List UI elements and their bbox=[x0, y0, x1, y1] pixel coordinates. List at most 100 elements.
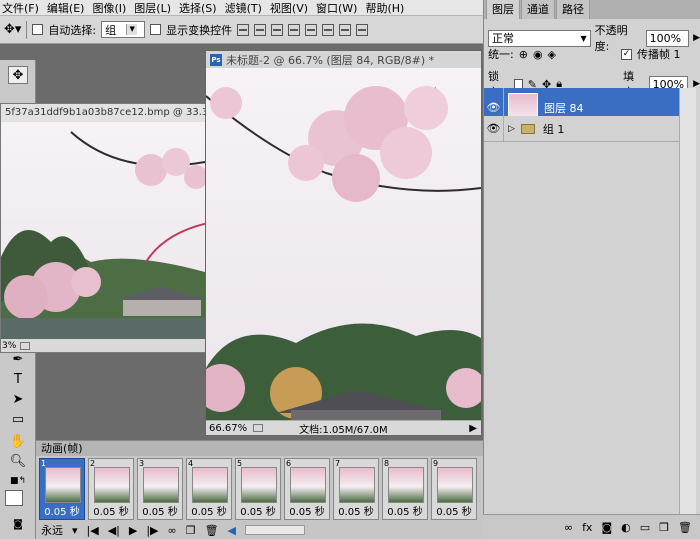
unify-style-icon[interactable]: ◈ bbox=[548, 48, 556, 61]
menu-window[interactable]: 窗口(W) bbox=[316, 0, 357, 15]
frame-delay[interactable]: 0.05 秒 bbox=[432, 503, 476, 518]
move-tool-icon[interactable]: ✥▾ bbox=[4, 22, 21, 37]
loop-dropdown-icon[interactable]: ▾ bbox=[72, 524, 78, 537]
animation-tab[interactable]: 动画(帧) bbox=[36, 441, 483, 456]
distribute-top-icon[interactable] bbox=[339, 23, 352, 36]
shape-icon[interactable]: ▭ bbox=[8, 410, 28, 428]
frame-delay[interactable]: 0.05 秒 bbox=[236, 503, 280, 518]
frame-delay[interactable]: 0.05 秒 bbox=[334, 503, 378, 518]
menu-layer[interactable]: 图层(L) bbox=[134, 0, 171, 15]
propagate-frame-checkbox[interactable]: ✓ bbox=[621, 48, 633, 60]
chevron-down-icon: ▼ bbox=[580, 33, 587, 43]
delete-layer-icon[interactable]: 🗑︎ bbox=[678, 521, 692, 534]
menu-filter[interactable]: 滤镜(T) bbox=[225, 0, 262, 15]
animation-frame[interactable]: 6 0.05 秒 bbox=[284, 458, 330, 520]
frame-delay[interactable]: 0.05 秒 bbox=[89, 503, 133, 518]
document-title-bar: Ps 未标题-2 @ 66.7% (图层 84, RGB/8#) * bbox=[206, 51, 481, 68]
auto-select-checkbox[interactable] bbox=[32, 24, 44, 35]
opacity-field[interactable]: 100% bbox=[645, 29, 690, 47]
delete-frame-icon[interactable]: 🗑︎ bbox=[205, 524, 219, 537]
menu-image[interactable]: 图像(I) bbox=[92, 0, 126, 15]
status-bar: 3% bbox=[1, 339, 205, 352]
status-icon[interactable] bbox=[253, 424, 264, 432]
panel-tabs: 图层 通道 路径 bbox=[484, 0, 700, 19]
frame-delay[interactable]: 0.05 秒 bbox=[138, 503, 182, 518]
visibility-eye-icon[interactable]: 👁︎ bbox=[484, 116, 504, 141]
show-transform-checkbox[interactable] bbox=[150, 24, 162, 35]
animation-frame[interactable]: 3 0.05 秒 bbox=[137, 458, 183, 520]
menu-view[interactable]: 视图(V) bbox=[270, 0, 308, 15]
hand-icon[interactable]: ✋ bbox=[8, 432, 28, 450]
next-frame-icon[interactable]: |▶ bbox=[146, 524, 158, 537]
first-frame-icon[interactable]: |◀ bbox=[87, 524, 99, 537]
adjustment-layer-icon[interactable]: ◐ bbox=[621, 521, 631, 534]
auto-select-dropdown[interactable]: 组 ▼ bbox=[101, 21, 146, 38]
prev-frame-icon[interactable]: ◀| bbox=[108, 524, 120, 537]
menu-help[interactable]: 帮助(H) bbox=[365, 0, 404, 15]
canvas-photo[interactable] bbox=[197, 68, 486, 420]
expand-arrow-icon[interactable]: ▷ bbox=[508, 124, 515, 134]
frame-thumbnail bbox=[45, 467, 81, 503]
animation-frame[interactable]: 4 0.05 秒 bbox=[186, 458, 232, 520]
foreground-color-swatch[interactable] bbox=[5, 490, 23, 506]
animation-frame[interactable]: 5 0.05 秒 bbox=[235, 458, 281, 520]
scroll-left-icon[interactable]: ◀ bbox=[228, 524, 236, 537]
layer-style-icon[interactable]: fx bbox=[582, 521, 592, 534]
document-title: 未标题-2 @ 66.7% (图层 84, RGB/8#) * bbox=[226, 53, 435, 67]
align-vcenter-icon[interactable] bbox=[254, 23, 267, 36]
animation-frame[interactable]: 8 0.05 秒 bbox=[382, 458, 428, 520]
status-menu-arrow[interactable]: ▶ bbox=[469, 423, 481, 434]
unify-visibility-icon[interactable]: ◉ bbox=[533, 48, 543, 61]
link-layers-icon[interactable]: ∞ bbox=[564, 521, 573, 534]
default-colors-icon[interactable]: ■↰ bbox=[8, 472, 28, 490]
new-layer-icon[interactable]: ❐ bbox=[659, 521, 669, 534]
type-icon[interactable]: T bbox=[8, 370, 28, 388]
layers-panel: 图层 通道 路径 正常 ▼ 不透明度: 100% ▶ 统一: ⊕ ◉ ◈ ✓ 传播… bbox=[483, 0, 700, 539]
source-photo bbox=[1, 122, 247, 340]
frame-delay[interactable]: 0.05 秒 bbox=[383, 503, 427, 518]
frame-delay[interactable]: 0.05 秒 bbox=[187, 503, 231, 518]
frame-thumbnail bbox=[241, 467, 277, 503]
zoom-icon[interactable]: 🔍︎ bbox=[8, 452, 28, 470]
frame-delay[interactable]: 0.05 秒 bbox=[40, 503, 84, 518]
zoom-readout[interactable]: 66.67% bbox=[209, 423, 247, 434]
new-frame-icon[interactable]: ❐ bbox=[186, 524, 196, 537]
align-top-icon[interactable] bbox=[237, 23, 250, 36]
move-icon[interactable]: ✥ bbox=[8, 66, 28, 84]
frame-thumbnail bbox=[339, 467, 375, 503]
new-group-icon[interactable]: ▭ bbox=[640, 521, 650, 534]
menu-select[interactable]: 选择(S) bbox=[179, 0, 217, 15]
menu-edit[interactable]: 编辑(E) bbox=[47, 0, 85, 15]
animation-frame[interactable]: 7 0.05 秒 bbox=[333, 458, 379, 520]
frame-delay[interactable]: 0.05 秒 bbox=[285, 503, 329, 518]
unify-position-icon[interactable]: ⊕ bbox=[519, 48, 528, 61]
animation-frame[interactable]: 1 0.05 秒 bbox=[39, 458, 85, 520]
animation-frame[interactable]: 2 0.05 秒 bbox=[88, 458, 134, 520]
tween-icon[interactable]: ∞ bbox=[168, 524, 177, 537]
align-right-icon[interactable] bbox=[322, 23, 335, 36]
frame-scrollbar[interactable] bbox=[245, 525, 305, 535]
play-icon[interactable]: ▶ bbox=[129, 524, 137, 537]
menu-file[interactable]: 文件(F) bbox=[2, 0, 39, 15]
document-window-active[interactable]: Ps 未标题-2 @ 66.7% (图层 84, RGB/8#) * 66.67%… bbox=[197, 50, 486, 436]
distribute-center-icon[interactable] bbox=[356, 23, 369, 36]
align-hcenter-icon[interactable] bbox=[305, 23, 318, 36]
tab-layers[interactable]: 图层 bbox=[486, 0, 520, 19]
layer-row-group[interactable]: 👁︎ ▷ 组 1 bbox=[484, 116, 680, 142]
loop-select[interactable]: 永远 bbox=[41, 522, 63, 538]
add-mask-icon[interactable]: ◙ bbox=[601, 521, 612, 534]
animation-frame[interactable]: 9 0.05 秒 bbox=[431, 458, 477, 520]
tab-paths[interactable]: 路径 bbox=[556, 0, 590, 19]
opacity-slider-icon[interactable]: ▶ bbox=[693, 33, 700, 43]
path-select-icon[interactable]: ➤ bbox=[8, 390, 28, 408]
status-icon[interactable] bbox=[20, 341, 31, 350]
layers-scrollbar[interactable] bbox=[679, 88, 696, 514]
blend-mode-dropdown[interactable]: 正常 ▼ bbox=[488, 29, 591, 47]
align-bottom-icon[interactable] bbox=[271, 23, 284, 36]
frame-thumbnail bbox=[143, 467, 179, 503]
zoom-readout[interactable]: 3% bbox=[2, 341, 16, 351]
quick-mask-icon[interactable]: ◙ bbox=[8, 515, 28, 533]
align-left-icon[interactable] bbox=[288, 23, 301, 36]
document-window-source[interactable]: 5f37a31ddf9b1a03b87ce12.bmp @ 33.3... 3% bbox=[0, 103, 247, 353]
tab-channels[interactable]: 通道 bbox=[521, 0, 555, 19]
